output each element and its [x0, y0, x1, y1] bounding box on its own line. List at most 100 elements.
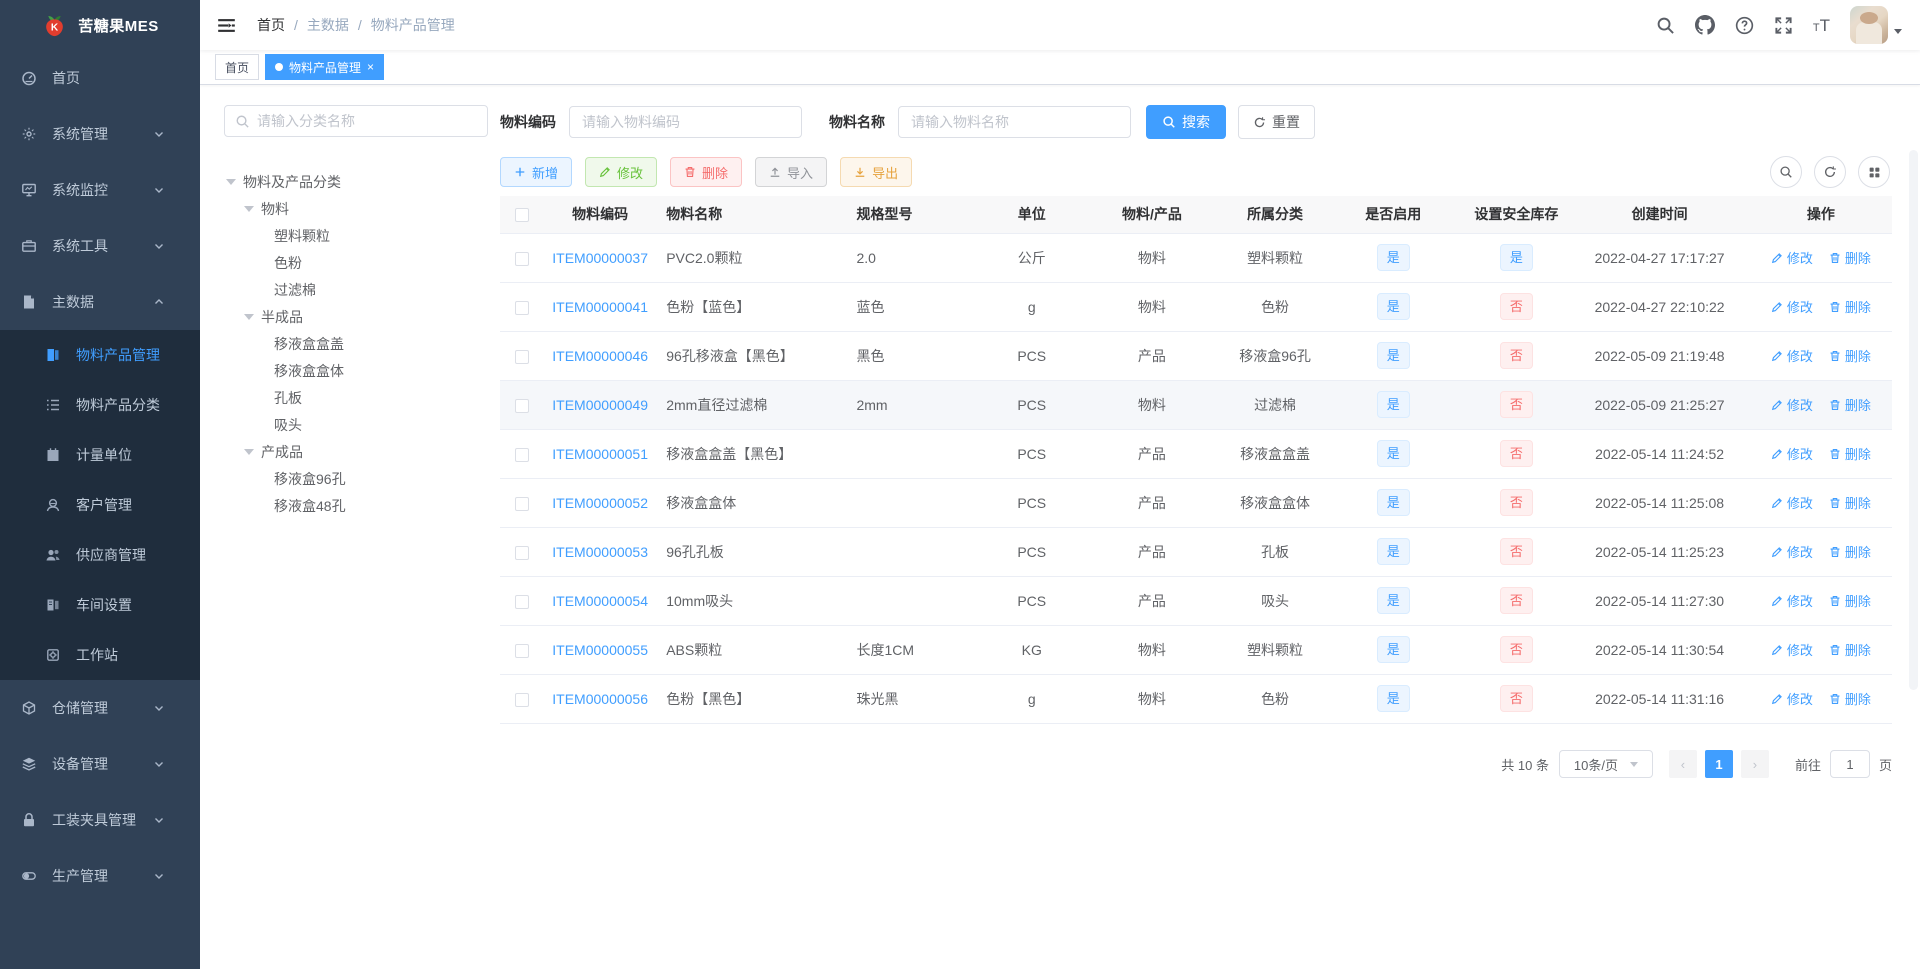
- row-checkbox[interactable]: [515, 643, 530, 658]
- row-delete-link[interactable]: 删除: [1829, 591, 1871, 610]
- row-checkbox[interactable]: [515, 447, 530, 462]
- row-checkbox[interactable]: [515, 349, 530, 364]
- status-badge[interactable]: 是: [1376, 244, 1410, 271]
- add-button[interactable]: 新增: [500, 157, 573, 187]
- sidebar-subitem-物料产品分类[interactable]: 物料产品分类: [0, 380, 200, 430]
- status-badge[interactable]: 是: [1376, 685, 1410, 712]
- row-checkbox[interactable]: [515, 398, 530, 413]
- material-code-link[interactable]: ITEM00000049: [552, 397, 648, 413]
- fullscreen-icon[interactable]: [1774, 16, 1793, 35]
- sidebar-item-5[interactable]: 仓储管理: [0, 680, 200, 736]
- row-edit-link[interactable]: 修改: [1771, 248, 1813, 267]
- tree-node-孔板[interactable]: 孔板: [224, 384, 488, 411]
- status-badge[interactable]: 否: [1499, 538, 1533, 565]
- material-code-link[interactable]: ITEM00000051: [552, 446, 648, 462]
- status-badge[interactable]: 是: [1376, 538, 1410, 565]
- tree-node-移液盒96孔[interactable]: 移液盒96孔: [224, 465, 488, 492]
- breadcrumb-home[interactable]: 首页: [257, 15, 285, 35]
- tree-node-移液盒盒体[interactable]: 移液盒盒体: [224, 357, 488, 384]
- page-size-select[interactable]: 10条/页: [1558, 750, 1653, 778]
- status-badge[interactable]: 否: [1499, 293, 1533, 320]
- avatar[interactable]: [1850, 6, 1888, 44]
- import-button[interactable]: 导入: [755, 157, 828, 187]
- column-settings-button[interactable]: [1858, 156, 1890, 188]
- header-search-icon[interactable]: [1656, 16, 1675, 35]
- row-edit-link[interactable]: 修改: [1771, 346, 1813, 365]
- sidebar-item-1[interactable]: 系统管理: [0, 106, 200, 162]
- sidebar-item-4[interactable]: 主数据: [0, 274, 200, 330]
- prev-page-button[interactable]: ‹: [1668, 750, 1697, 778]
- tree-node-移液盒48孔[interactable]: 移液盒48孔: [224, 492, 488, 519]
- row-delete-link[interactable]: 删除: [1829, 297, 1871, 316]
- status-badge[interactable]: 是: [1499, 244, 1533, 271]
- sidebar-item-2[interactable]: 系统监控: [0, 162, 200, 218]
- row-delete-link[interactable]: 删除: [1829, 248, 1871, 267]
- font-size-icon[interactable]: [1813, 17, 1830, 34]
- sidebar-item-0[interactable]: 首页: [0, 50, 200, 106]
- status-badge[interactable]: 否: [1499, 342, 1533, 369]
- status-badge[interactable]: 是: [1376, 391, 1410, 418]
- status-badge[interactable]: 否: [1499, 587, 1533, 614]
- sidebar-subitem-工作站[interactable]: 工作站: [0, 630, 200, 680]
- breadcrumb-master-data[interactable]: 主数据: [307, 15, 349, 35]
- caret-down-icon[interactable]: [244, 205, 254, 217]
- status-badge[interactable]: 否: [1499, 636, 1533, 663]
- material-code-link[interactable]: ITEM00000046: [552, 348, 648, 364]
- row-edit-link[interactable]: 修改: [1771, 689, 1813, 708]
- scrollbar[interactable]: [1909, 150, 1918, 690]
- tree-node-产成品[interactable]: 产成品: [224, 438, 488, 465]
- tree-node-移液盒盒盖[interactable]: 移液盒盒盖: [224, 330, 488, 357]
- refresh-button[interactable]: [1814, 156, 1846, 188]
- sidebar-subitem-车间设置[interactable]: 车间设置: [0, 580, 200, 630]
- sidebar-subitem-物料产品管理[interactable]: 物料产品管理: [0, 330, 200, 380]
- tree-node-过滤棉[interactable]: 过滤棉: [224, 276, 488, 303]
- row-edit-link[interactable]: 修改: [1771, 591, 1813, 610]
- status-badge[interactable]: 否: [1499, 685, 1533, 712]
- status-badge[interactable]: 是: [1376, 489, 1410, 516]
- row-delete-link[interactable]: 删除: [1829, 542, 1871, 561]
- tree-node-物料及产品分类[interactable]: 物料及产品分类: [224, 168, 488, 195]
- goto-page-input[interactable]: [1829, 750, 1870, 778]
- caret-down-icon[interactable]: [244, 448, 254, 460]
- page-1-button[interactable]: 1: [1704, 750, 1733, 778]
- export-button[interactable]: 导出: [840, 157, 913, 187]
- github-icon[interactable]: [1694, 15, 1715, 35]
- tree-node-物料[interactable]: 物料: [224, 195, 488, 222]
- row-checkbox[interactable]: [515, 692, 530, 707]
- material-name-input[interactable]: [898, 106, 1131, 138]
- status-badge[interactable]: 否: [1499, 440, 1533, 467]
- tree-node-吸头[interactable]: 吸头: [224, 411, 488, 438]
- material-code-link[interactable]: ITEM00000037: [552, 250, 648, 266]
- status-badge[interactable]: 是: [1376, 293, 1410, 320]
- delete-button[interactable]: 删除: [670, 157, 743, 187]
- sidebar-subitem-供应商管理[interactable]: 供应商管理: [0, 530, 200, 580]
- sidebar-item-7[interactable]: 工装夹具管理: [0, 792, 200, 848]
- material-code-link[interactable]: ITEM00000055: [552, 642, 648, 658]
- status-badge[interactable]: 是: [1376, 587, 1410, 614]
- show-search-button[interactable]: [1770, 156, 1802, 188]
- row-checkbox[interactable]: [515, 251, 530, 266]
- sidebar-collapse-icon[interactable]: [200, 0, 253, 50]
- status-badge[interactable]: 否: [1499, 391, 1533, 418]
- row-edit-link[interactable]: 修改: [1771, 297, 1813, 316]
- status-badge[interactable]: 是: [1376, 440, 1410, 467]
- tree-search-input[interactable]: [257, 113, 477, 129]
- sidebar-item-8[interactable]: 生产管理: [0, 848, 200, 904]
- row-delete-link[interactable]: 删除: [1829, 689, 1871, 708]
- material-code-link[interactable]: ITEM00000041: [552, 299, 648, 315]
- tree-node-色粉[interactable]: 色粉: [224, 249, 488, 276]
- tree-node-半成品[interactable]: 半成品: [224, 303, 488, 330]
- material-code-link[interactable]: ITEM00000054: [552, 593, 648, 609]
- help-icon[interactable]: [1735, 16, 1754, 35]
- caret-down-icon[interactable]: [244, 313, 254, 325]
- row-delete-link[interactable]: 删除: [1829, 395, 1871, 414]
- material-code-link[interactable]: ITEM00000052: [552, 495, 648, 511]
- search-button[interactable]: 搜索: [1146, 105, 1226, 139]
- row-delete-link[interactable]: 删除: [1829, 640, 1871, 659]
- caret-down-icon[interactable]: [226, 178, 236, 190]
- row-edit-link[interactable]: 修改: [1771, 493, 1813, 512]
- status-badge[interactable]: 否: [1499, 489, 1533, 516]
- select-all-checkbox[interactable]: [515, 208, 530, 223]
- row-checkbox[interactable]: [515, 300, 530, 315]
- sidebar-item-3[interactable]: 系统工具: [0, 218, 200, 274]
